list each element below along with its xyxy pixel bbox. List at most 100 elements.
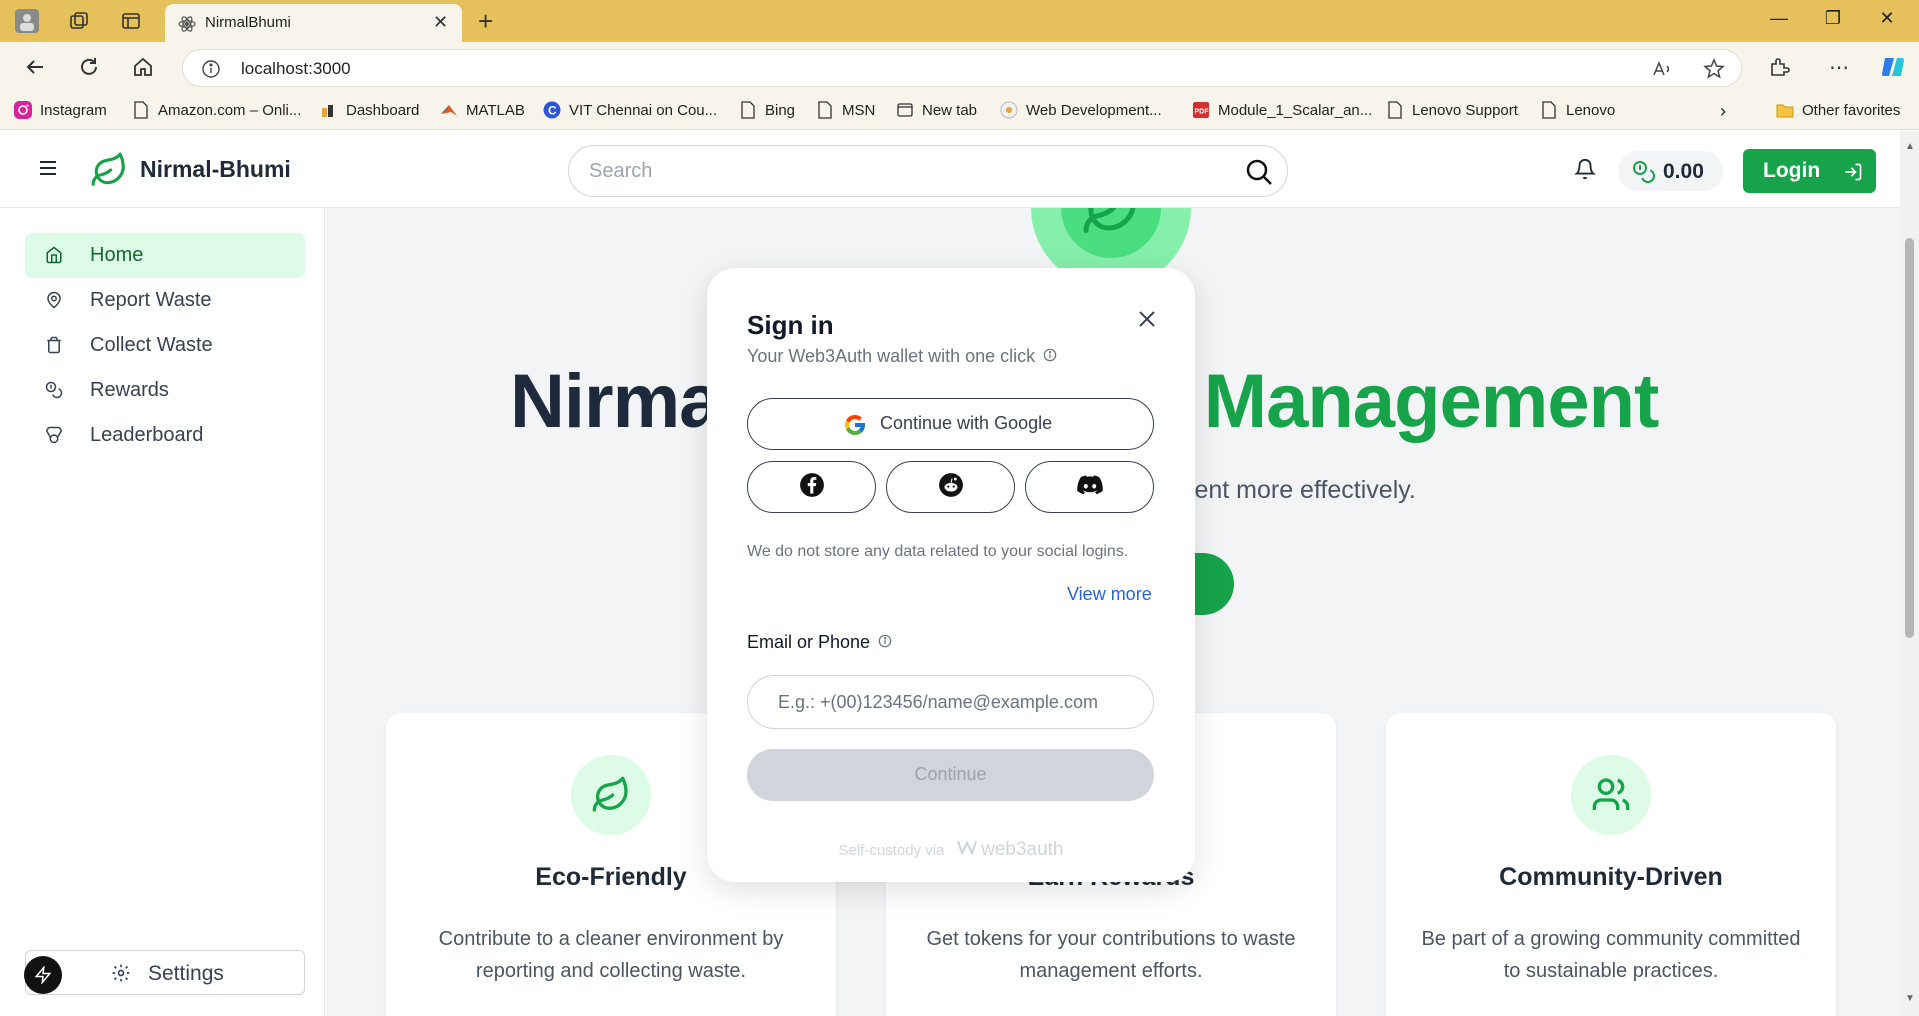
page-icon [816, 101, 834, 119]
sidebar-item-report-waste[interactable]: Report Waste [25, 278, 305, 323]
page-icon [739, 101, 757, 119]
window-close-icon[interactable]: ✕ [1872, 8, 1902, 29]
tab-title: NirmalBhumi [205, 14, 291, 31]
sidebar: Home Report Waste Collect Waste Rewards … [0, 208, 325, 1016]
token-balance[interactable]: 0.00 [1618, 151, 1723, 191]
bookmark-instagram[interactable]: Instagram [14, 101, 107, 119]
copilot-icon[interactable] [1878, 52, 1908, 82]
browser-address-bar: localhost:3000 ⋯ [0, 42, 1919, 92]
bookmark-module-1[interactable]: PDF Module_1_Scalar_an... [1192, 101, 1372, 119]
browser-tab-bar: NirmalBhumi ✕ + — ❐ ✕ [0, 0, 1919, 42]
menu-icon[interactable] [38, 159, 58, 182]
instagram-icon [14, 101, 32, 119]
profile-avatar[interactable] [14, 9, 40, 33]
discord-login-button[interactable] [1025, 461, 1154, 513]
bookmark-lenovo-support[interactable]: Lenovo Support [1386, 101, 1518, 119]
search-input[interactable]: Search [568, 145, 1288, 197]
bookmark-matlab[interactable]: MATLAB [440, 101, 525, 119]
scrollbar-thumb[interactable] [1905, 238, 1914, 638]
bookmark-amazon[interactable]: Amazon.com – Onli... [132, 101, 301, 119]
email-label: Email or Phone [747, 632, 892, 653]
folder-icon [1776, 101, 1794, 119]
more-menu-icon[interactable]: ⋯ [1824, 52, 1854, 82]
bolt-icon[interactable] [24, 956, 62, 994]
bookmark-vit-chennai[interactable]: C VIT Chennai on Cou... [543, 101, 717, 119]
modal-subtitle: Your Web3Auth wallet with one click [747, 346, 1057, 367]
bookmark-dashboard[interactable]: Dashboard [320, 101, 419, 119]
extensions-icon[interactable] [1764, 52, 1794, 82]
info-icon[interactable] [878, 632, 892, 653]
reload-icon[interactable] [74, 52, 104, 82]
card-description: Get tokens for your contributions to was… [926, 928, 1296, 982]
sidebar-item-home[interactable]: Home [25, 233, 305, 278]
bookmark-msn[interactable]: MSN [816, 101, 875, 119]
scroll-down-icon[interactable]: ▼ [1905, 993, 1915, 1004]
bookmarks-overflow-chevron-icon[interactable]: › [1720, 101, 1726, 122]
web3auth-logo-icon [956, 840, 977, 859]
react-favicon-icon [177, 14, 197, 34]
reddit-icon [938, 472, 964, 503]
bookmark-new-tab[interactable]: New tab [896, 101, 977, 119]
card-description: Be part of a growing community committed… [1421, 928, 1801, 982]
home-icon [45, 246, 63, 269]
info-icon[interactable] [1043, 346, 1057, 367]
privacy-note: We do not store any data related to your… [747, 543, 1129, 560]
close-icon[interactable] [1132, 304, 1162, 334]
sidebar-item-rewards[interactable]: Rewards [25, 368, 305, 413]
web-icon [1000, 101, 1018, 119]
page-icon [1386, 101, 1404, 119]
login-button[interactable]: Login [1743, 149, 1876, 193]
minimize-icon[interactable]: — [1764, 8, 1794, 29]
bookmark-lenovo[interactable]: Lenovo [1540, 101, 1615, 119]
search-icon[interactable] [1245, 158, 1273, 191]
email-or-phone-input[interactable]: E.g.: +(00)123456/name@example.com [747, 675, 1154, 729]
gear-icon [111, 963, 131, 988]
leaf-logo-icon [90, 151, 128, 194]
view-more-link[interactable]: View more [1067, 584, 1152, 605]
workspaces-icon[interactable] [66, 9, 92, 33]
newtab-icon [896, 101, 914, 119]
facebook-login-button[interactable] [747, 461, 876, 513]
continue-with-google-button[interactable]: Continue with Google [747, 398, 1154, 450]
card-title: Community-Driven [1499, 863, 1723, 891]
sidebar-item-collect-waste[interactable]: Collect Waste [25, 323, 305, 368]
settings-button[interactable]: Settings [25, 950, 305, 995]
tab-nirmalbhumi[interactable]: NirmalBhumi ✕ [165, 4, 462, 42]
reddit-login-button[interactable] [886, 461, 1015, 513]
users-icon [1571, 755, 1651, 835]
bookmark-web-development[interactable]: Web Development... [1000, 101, 1162, 119]
back-icon[interactable] [20, 52, 50, 82]
discord-icon [1076, 474, 1104, 501]
map-pin-icon [45, 291, 63, 314]
tab-actions-icon[interactable] [118, 9, 144, 33]
url-bar[interactable]: localhost:3000 [182, 49, 1742, 87]
other-favorites[interactable]: Other favorites [1776, 101, 1900, 119]
leaf-icon [1083, 208, 1136, 233]
dashboard-icon [320, 101, 338, 119]
svg-text:C: C [548, 104, 557, 118]
scroll-up-icon[interactable]: ▲ [1905, 141, 1915, 152]
read-aloud-icon[interactable] [1651, 58, 1673, 85]
home-browser-icon[interactable] [128, 52, 158, 82]
favorite-star-icon[interactable] [1703, 58, 1725, 85]
coursera-icon: C [543, 101, 561, 119]
sidebar-item-leaderboard[interactable]: Leaderboard [25, 413, 305, 458]
facebook-icon [799, 472, 825, 503]
site-info-icon[interactable] [201, 59, 221, 84]
bell-icon[interactable] [1573, 158, 1597, 185]
google-icon [843, 413, 867, 442]
continue-button[interactable]: Continue [747, 749, 1154, 801]
search-placeholder: Search [589, 160, 653, 182]
page-icon [132, 101, 150, 119]
restore-icon[interactable]: ❐ [1818, 8, 1848, 29]
url-text: localhost:3000 [241, 59, 351, 78]
medal-icon [45, 426, 63, 449]
tab-close-icon[interactable]: ✕ [433, 12, 448, 33]
page-scrollbar[interactable]: ▲ ▼ [1900, 131, 1919, 1016]
card-description: Contribute to a cleaner environment by r… [438, 928, 784, 982]
leaf-icon [571, 755, 651, 835]
bookmark-bing[interactable]: Bing [739, 101, 795, 119]
new-tab-icon[interactable]: + [478, 6, 493, 37]
bookmarks-bar: Instagram Amazon.com – Onli... Dashboard… [0, 92, 1919, 130]
feature-card-community-driven: Community-Driven Be part of a growing co… [1386, 713, 1836, 1016]
